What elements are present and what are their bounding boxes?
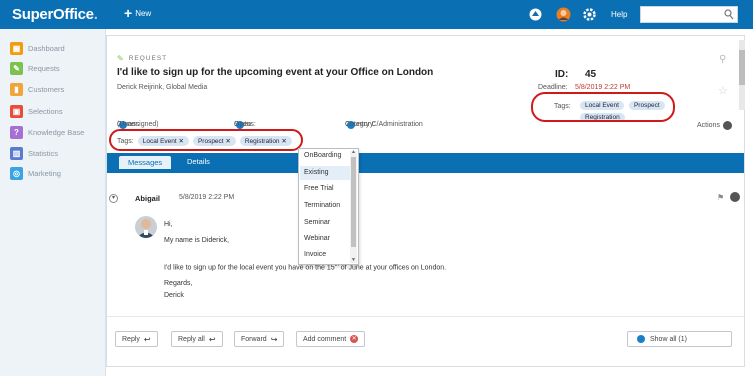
tag-dropdown[interactable]: OnBoarding Existing Free Trial Terminati… (298, 148, 359, 265)
show-all-icon (637, 335, 645, 343)
deadline-value[interactable]: 5/8/2019 2:22 PM (575, 84, 630, 91)
message-menu-icon[interactable] (730, 192, 740, 202)
author-avatar (135, 216, 157, 238)
message-date: 5/8/2019 2:22 PM (179, 194, 235, 201)
deadline-label: Deadline: (538, 84, 568, 91)
dropdown-scrollbar[interactable] (350, 151, 357, 263)
id-value: 45 (585, 69, 597, 80)
highlight-oval-tags (531, 92, 675, 122)
search-input[interactable] (640, 6, 738, 23)
knowledge-base-icon: ? (10, 125, 23, 139)
request-type-label: ✎ REQUEST (117, 54, 168, 63)
owner-value[interactable]: (Unassigned) (117, 121, 159, 128)
sidebar-item-customers[interactable]: ▮ Customers (10, 80, 64, 98)
dropdown-option-termination[interactable]: Termination (304, 202, 340, 209)
marketing-icon: ◎ (10, 166, 23, 180)
status-value[interactable]: Open (234, 121, 251, 128)
request-card: ✎ REQUEST I'd like to sign up for the up… (106, 35, 745, 367)
add-comment-icon: ✕ (350, 335, 359, 343)
show-all-button[interactable]: Show all (1) (627, 331, 732, 347)
pin-icon[interactable]: ⚲ (719, 54, 726, 65)
add-comment-button[interactable]: Add comment ✕ (296, 331, 366, 347)
actions-menu[interactable]: Actions (697, 121, 732, 130)
dropdown-option-onboarding[interactable]: OnBoarding (304, 152, 341, 159)
selections-icon: ▣ (10, 104, 23, 118)
search-icon (724, 9, 734, 20)
sidebar: ▦ Dashboard ✎ Requests ▮ Customers ▣ Sel… (0, 29, 106, 376)
request-title: I'd like to sign up for the upcoming eve… (117, 67, 434, 78)
actions-icon (722, 121, 732, 130)
dropdown-option-invoice[interactable]: Invoice (304, 251, 326, 258)
tab-messages[interactable]: Messages (119, 156, 172, 169)
message-sign-2: Derick (164, 292, 184, 299)
dropdown-option-seminar[interactable]: Seminar (304, 219, 330, 226)
user-avatar-icon[interactable] (556, 7, 571, 22)
dropdown-option-webinar[interactable]: Webinar (304, 235, 330, 242)
message-line-1: My name is Diderick, (164, 237, 229, 244)
sidebar-item-selections[interactable]: ▣ Selections (10, 102, 63, 120)
message-sign-1: Regards, (164, 280, 193, 287)
reply-all-button[interactable]: Reply all ↩ (171, 331, 223, 347)
reply-icon: ↩ (143, 334, 151, 344)
superoffice-logo[interactable]: SuperOffice. (12, 6, 98, 23)
request-contact[interactable]: Derick Reijrink, Global Media (117, 84, 207, 91)
reply-button[interactable]: Reply ↩ (115, 331, 158, 347)
header-scrollbar[interactable] (739, 40, 745, 110)
new-button[interactable]: + New (124, 5, 151, 21)
notification-icon[interactable] (528, 7, 543, 22)
forward-icon: ↪ (270, 334, 278, 344)
divider (107, 316, 744, 317)
favorite-star-icon[interactable]: ☆ (718, 84, 728, 97)
sidebar-item-requests[interactable]: ✎ Requests (10, 59, 60, 77)
id-label: ID: (555, 69, 569, 80)
message-greeting: Hi, (164, 221, 173, 228)
settings-gear-icon[interactable] (582, 7, 597, 22)
collapse-message-icon[interactable]: ▾ (109, 194, 118, 203)
sidebar-item-knowledge-base[interactable]: ? Knowledge Base (10, 123, 84, 141)
top-bar: SuperOffice. + New Help (0, 0, 753, 29)
sidebar-item-statistics[interactable]: ▥ Statistics (10, 144, 58, 162)
category-value[interactable]: Country C/Administration (345, 121, 423, 128)
help-link[interactable]: Help (611, 10, 627, 19)
scroll-up-icon[interactable]: ▲ (351, 149, 356, 155)
tab-details[interactable]: Details (187, 157, 210, 166)
dropdown-option-free-trial[interactable]: Free Trial (304, 185, 334, 192)
message-author: Abigail (135, 194, 161, 203)
forward-button[interactable]: Forward ↪ (234, 331, 285, 347)
dashboard-icon: ▦ (10, 41, 23, 55)
scroll-down-icon[interactable]: ▼ (351, 257, 356, 263)
highlight-oval-tags-editor (109, 129, 303, 151)
plus-icon: + (124, 5, 133, 21)
flag-icon[interactable]: ⚑ (717, 193, 724, 202)
tab-bar: Messages Details (107, 153, 744, 173)
customers-icon: ▮ (10, 82, 23, 96)
sidebar-item-marketing[interactable]: ◎ Marketing (10, 164, 61, 182)
sidebar-item-dashboard[interactable]: ▦ Dashboard (10, 39, 65, 57)
reply-all-icon: ↩ (208, 334, 216, 344)
statistics-icon: ▥ (10, 146, 23, 160)
requests-icon: ✎ (10, 61, 23, 75)
request-icon: ✎ (117, 54, 125, 63)
dropdown-option-existing[interactable]: Existing (304, 169, 329, 176)
